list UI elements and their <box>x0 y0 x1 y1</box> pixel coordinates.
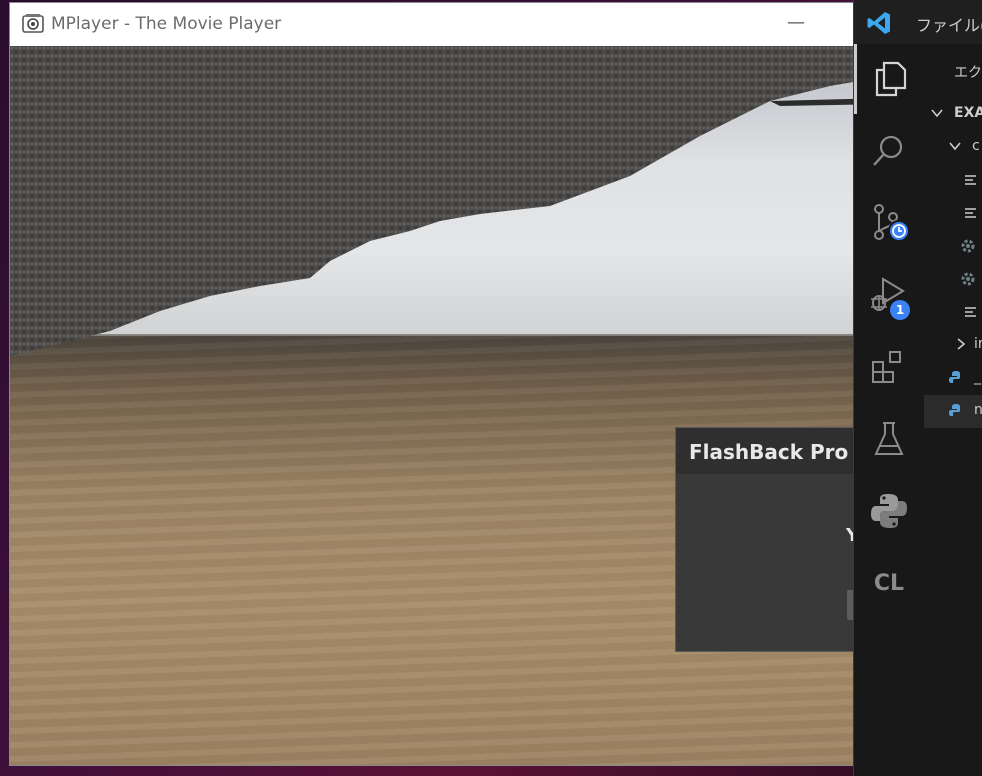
mplayer-app-icon <box>22 13 44 35</box>
vscode-titlebar[interactable]: ファイル(F <box>854 0 982 44</box>
tree-item-file[interactable] <box>924 263 982 296</box>
video-frame[interactable] <box>10 46 888 765</box>
explorer-sidebar: エクス EXA c <box>924 44 982 776</box>
search-icon[interactable] <box>854 116 924 186</box>
tree-item-label: EXA <box>954 105 982 121</box>
explorer-icon[interactable] <box>854 44 924 114</box>
tree-item-file[interactable] <box>924 164 982 197</box>
tree-item-workspace[interactable]: EXA <box>924 98 982 131</box>
activity-bar: 1 CL <box>854 44 924 776</box>
chevron-right-icon <box>954 337 968 355</box>
cl-icon[interactable]: CL <box>854 548 924 618</box>
tree-item-label: n <box>974 402 982 418</box>
text-file-icon <box>964 206 978 224</box>
explorer-header: エクス <box>954 65 982 81</box>
tree-item-label: c <box>972 138 980 154</box>
mplayer-window-title: MPlayer - The Movie Player <box>51 14 282 34</box>
tree-item-file[interactable] <box>924 197 982 230</box>
text-file-icon <box>964 173 978 191</box>
tree-item-folder[interactable]: c <box>924 131 982 164</box>
flashback-dialog: FlashBack Pro 5 Y <box>675 427 875 652</box>
python-icon[interactable] <box>854 476 924 546</box>
tree-item-folder-collapsed[interactable]: ir <box>924 329 982 362</box>
mplayer-titlebar[interactable]: MPlayer - The Movie Player — <box>10 3 888 46</box>
gear-icon <box>960 238 976 258</box>
tree-item-file[interactable] <box>924 230 982 263</box>
vscode-logo-icon <box>866 10 892 36</box>
minimize-button[interactable]: — <box>783 12 809 38</box>
extensions-icon[interactable] <box>854 332 924 402</box>
flashback-titlebar[interactable]: FlashBack Pro 5 <box>676 428 874 474</box>
tree-item-python-file[interactable]: _ <box>924 362 982 395</box>
text-file-icon <box>964 305 978 323</box>
flashback-dialog-title: FlashBack Pro 5 <box>689 440 870 464</box>
tree-item-label: _ <box>974 369 981 385</box>
chevron-down-icon <box>948 139 962 157</box>
testing-icon[interactable] <box>854 404 924 474</box>
tree-item-label: ir <box>974 336 982 352</box>
video-knit-fabric <box>10 46 888 356</box>
source-control-icon[interactable] <box>854 188 924 258</box>
run-debug-badge: 1 <box>890 300 910 320</box>
chevron-down-icon <box>930 106 944 124</box>
python-file-icon <box>948 370 964 390</box>
python-file-icon <box>948 403 964 423</box>
cl-icon-label: CL <box>873 570 905 596</box>
menu-file[interactable]: ファイル(F <box>916 12 982 36</box>
run-debug-icon[interactable]: 1 <box>854 260 924 330</box>
vscode-window: ファイル(F <box>853 0 982 776</box>
tree-item-file[interactable] <box>924 296 982 329</box>
gear-icon <box>960 271 976 291</box>
tree-item-python-file-selected[interactable]: n <box>924 395 982 428</box>
